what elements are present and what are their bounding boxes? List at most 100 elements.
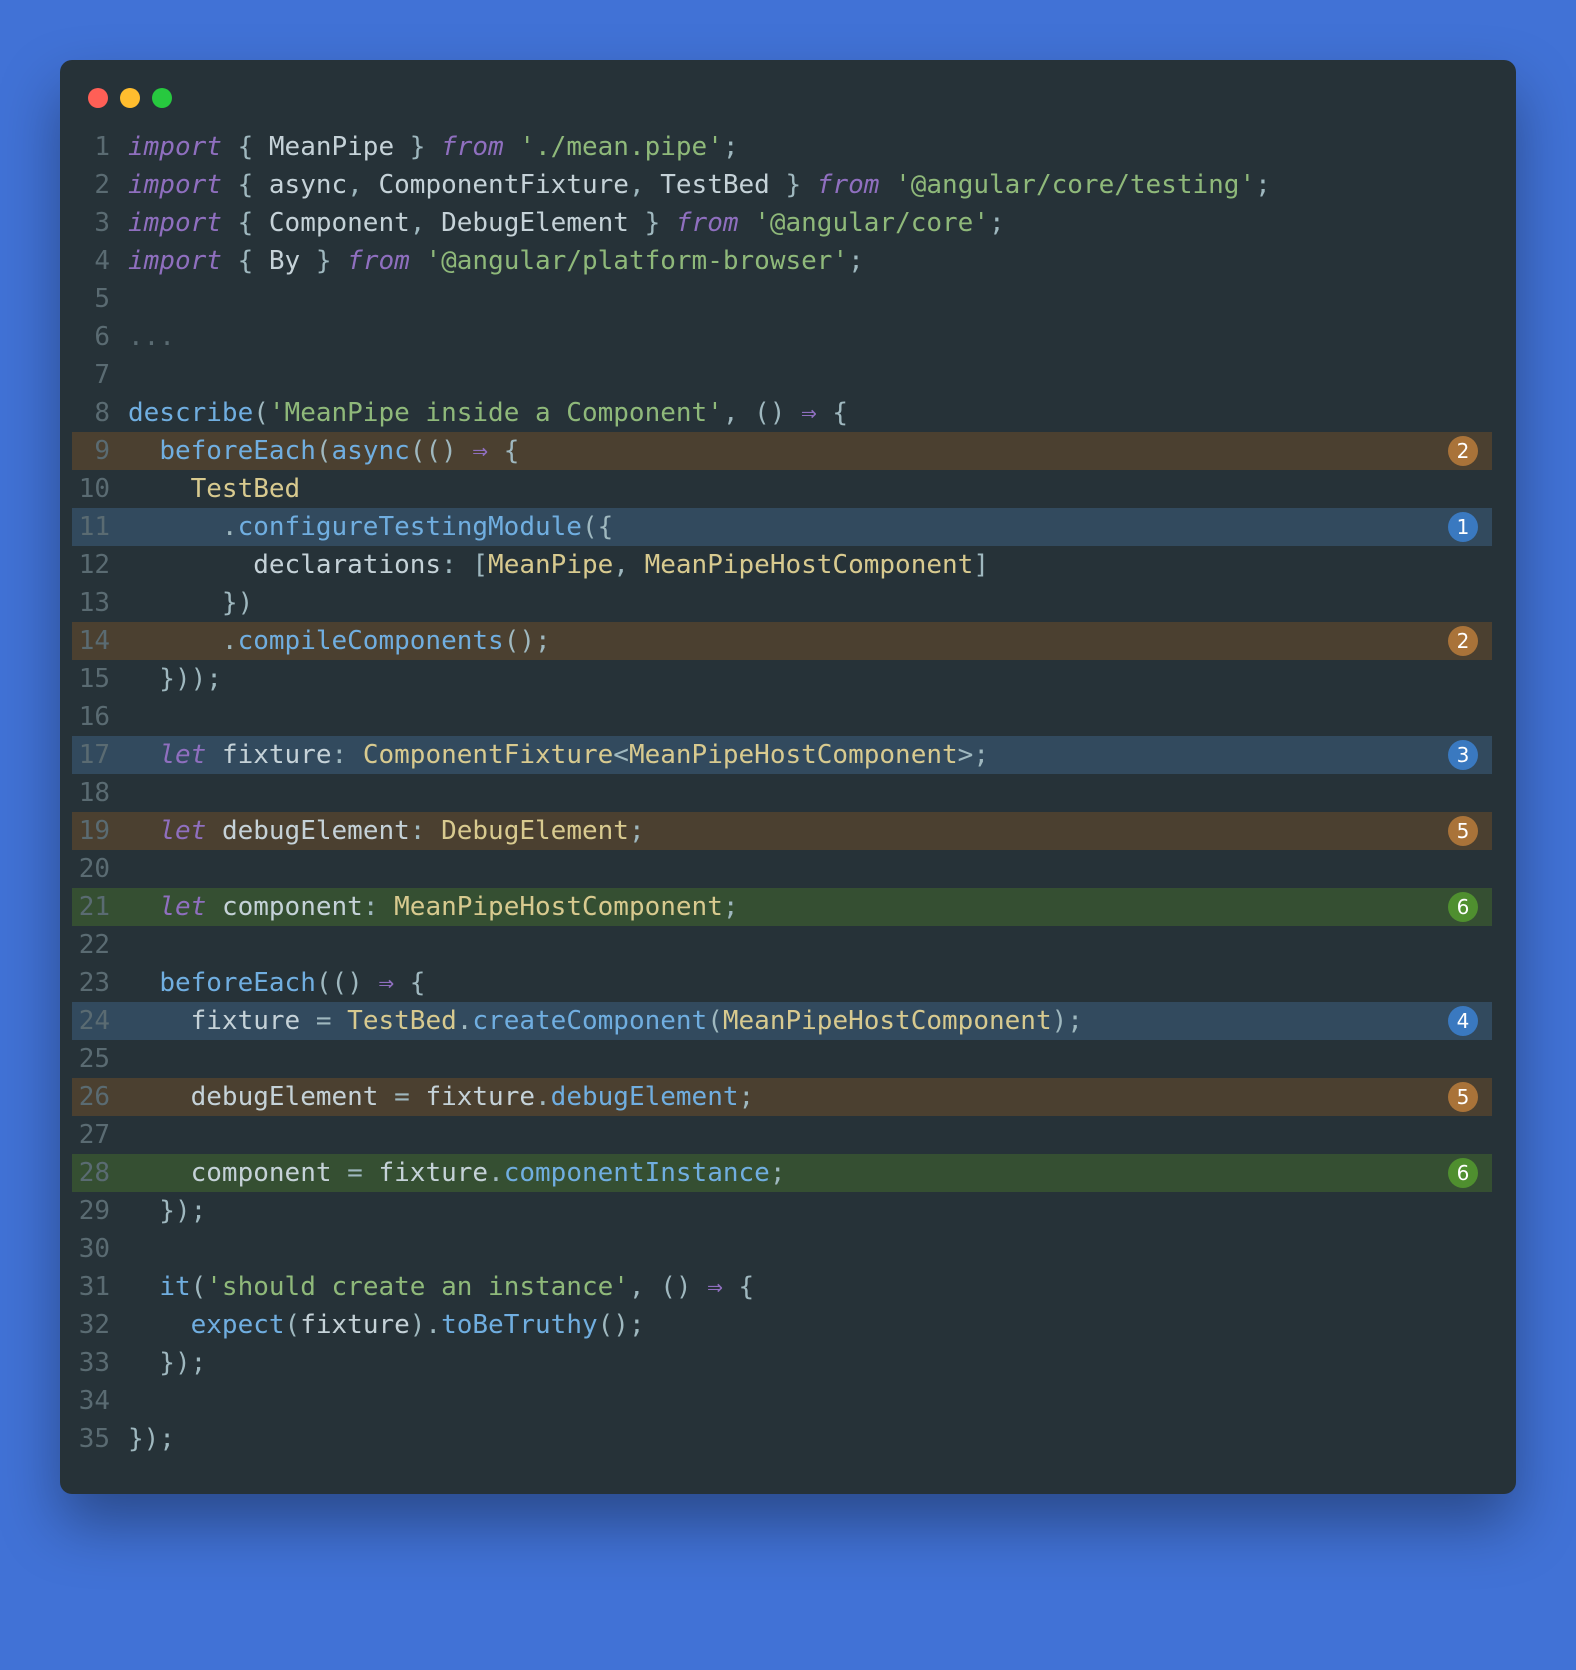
token-vr: ComponentFixture — [378, 170, 628, 200]
token-vr: DebugElement — [441, 208, 629, 238]
code-line[interactable]: 13 }) — [72, 584, 1492, 622]
code-line[interactable]: 8describe('MeanPipe inside a Component',… — [72, 394, 1492, 432]
token-pn — [128, 1310, 191, 1340]
token-pn: = — [300, 1006, 347, 1036]
code-line[interactable]: 4import { By } from '@angular/platform-b… — [72, 242, 1492, 280]
code-line[interactable]: 27 — [72, 1116, 1492, 1154]
code-line[interactable]: 32 expect(fixture).toBeTruthy(); — [72, 1306, 1492, 1344]
code-content[interactable]: TestBed — [128, 470, 1492, 508]
code-line[interactable]: 11 .configureTestingModule({1 — [72, 508, 1492, 546]
code-content[interactable]: import { MeanPipe } from './mean.pipe'; — [128, 128, 1492, 166]
code-line[interactable]: 17 let fixture: ComponentFixture<MeanPip… — [72, 736, 1492, 774]
code-line[interactable]: 24 fixture = TestBed.createComponent(Mea… — [72, 1002, 1492, 1040]
line-number: 4 — [72, 242, 128, 280]
code-line[interactable]: 10 TestBed — [72, 470, 1492, 508]
code-content[interactable] — [128, 1230, 1492, 1268]
code-line[interactable]: 1import { MeanPipe } from './mean.pipe'; — [72, 128, 1492, 166]
code-content[interactable]: .compileComponents(); — [128, 622, 1492, 660]
code-line[interactable]: 25 — [72, 1040, 1492, 1078]
token-ty: MeanPipe — [488, 550, 613, 580]
code-content[interactable] — [128, 1040, 1492, 1078]
maximize-icon[interactable] — [152, 88, 172, 108]
code-content[interactable] — [128, 356, 1492, 394]
code-line[interactable]: 21 let component: MeanPipeHostComponent;… — [72, 888, 1492, 926]
code-line[interactable]: 19 let debugElement: DebugElement;5 — [72, 812, 1492, 850]
code-line[interactable]: 16 — [72, 698, 1492, 736]
code-content[interactable]: fixture = TestBed.createComponent(MeanPi… — [128, 1002, 1492, 1040]
code-line[interactable]: 15 })); — [72, 660, 1492, 698]
code-line[interactable]: 35}); — [72, 1420, 1492, 1458]
minimize-icon[interactable] — [120, 88, 140, 108]
token-pn: ; — [1255, 170, 1271, 200]
code-line[interactable]: 5 — [72, 280, 1492, 318]
code-line[interactable]: 12 declarations: [MeanPipe, MeanPipeHost… — [72, 546, 1492, 584]
code-content[interactable]: it('should create an instance', () ⇒ { — [128, 1268, 1492, 1306]
code-line[interactable]: 22 — [72, 926, 1492, 964]
code-content[interactable]: import { Component, DebugElement } from … — [128, 204, 1492, 242]
code-line[interactable]: 34 — [72, 1382, 1492, 1420]
code-content[interactable]: component = fixture.componentInstance; — [128, 1154, 1492, 1192]
token-kw: let — [159, 816, 206, 846]
token-pn: : — [410, 816, 441, 846]
code-line[interactable]: 31 it('should create an instance', () ⇒ … — [72, 1268, 1492, 1306]
code-content[interactable]: import { By } from '@angular/platform-br… — [128, 242, 1492, 280]
code-line[interactable]: 3import { Component, DebugElement } from… — [72, 204, 1492, 242]
code-content[interactable]: ... — [128, 318, 1492, 356]
token-pn: : [ — [441, 550, 488, 580]
token-pn: (() — [316, 968, 379, 998]
token-vr: fixture — [191, 1006, 301, 1036]
code-line[interactable]: 26 debugElement = fixture.debugElement;5 — [72, 1078, 1492, 1116]
code-line[interactable]: 23 beforeEach(() ⇒ { — [72, 964, 1492, 1002]
code-content[interactable]: let component: MeanPipeHostComponent; — [128, 888, 1492, 926]
code-line[interactable]: 28 component = fixture.componentInstance… — [72, 1154, 1492, 1192]
token-pn: ({ — [582, 512, 613, 542]
code-content[interactable]: beforeEach(async(() ⇒ { — [128, 432, 1492, 470]
code-content[interactable]: debugElement = fixture.debugElement; — [128, 1078, 1492, 1116]
code-content[interactable] — [128, 850, 1492, 888]
code-content[interactable]: describe('MeanPipe inside a Component', … — [128, 394, 1492, 432]
code-content[interactable]: let fixture: ComponentFixture<MeanPipeHo… — [128, 736, 1492, 774]
code-line[interactable]: 6... — [72, 318, 1492, 356]
token-kw: ⇒ — [707, 1272, 723, 1302]
code-editor[interactable]: 1import { MeanPipe } from './mean.pipe';… — [60, 116, 1516, 1494]
token-pn: : — [363, 892, 394, 922]
line-number: 2 — [72, 166, 128, 204]
code-line[interactable]: 14 .compileComponents();2 — [72, 622, 1492, 660]
code-content[interactable]: .configureTestingModule({ — [128, 508, 1492, 546]
token-kw: ⇒ — [801, 398, 817, 428]
code-content[interactable]: beforeEach(() ⇒ { — [128, 964, 1492, 1002]
code-line[interactable]: 7 — [72, 356, 1492, 394]
code-content[interactable]: }); — [128, 1344, 1492, 1382]
token-prop: declarations — [253, 550, 441, 580]
code-content[interactable] — [128, 926, 1492, 964]
close-icon[interactable] — [88, 88, 108, 108]
code-line[interactable]: 33 }); — [72, 1344, 1492, 1382]
token-pn — [128, 1082, 191, 1112]
line-number: 35 — [72, 1420, 128, 1458]
token-ty: DebugElement — [441, 816, 629, 846]
token-fn: async — [332, 436, 410, 466]
code-line[interactable]: 29 }); — [72, 1192, 1492, 1230]
token-pn: ( — [316, 436, 332, 466]
code-line[interactable]: 9 beforeEach(async(() ⇒ {2 — [72, 432, 1492, 470]
code-content[interactable]: }) — [128, 584, 1492, 622]
code-content[interactable] — [128, 774, 1492, 812]
code-content[interactable] — [128, 1116, 1492, 1154]
code-content[interactable]: })); — [128, 660, 1492, 698]
code-content[interactable]: import { async, ComponentFixture, TestBe… — [128, 166, 1492, 204]
code-line[interactable]: 2import { async, ComponentFixture, TestB… — [72, 166, 1492, 204]
code-content[interactable] — [128, 280, 1492, 318]
token-pn: } — [300, 246, 347, 276]
code-content[interactable] — [128, 698, 1492, 736]
token-pn: } — [394, 132, 441, 162]
code-line[interactable]: 18 — [72, 774, 1492, 812]
code-content[interactable]: let debugElement: DebugElement; — [128, 812, 1492, 850]
code-content[interactable]: declarations: [MeanPipe, MeanPipeHostCom… — [128, 546, 1492, 584]
code-content[interactable] — [128, 1382, 1492, 1420]
code-content[interactable]: }); — [128, 1192, 1492, 1230]
code-content[interactable]: }); — [128, 1420, 1492, 1458]
code-content[interactable]: expect(fixture).toBeTruthy(); — [128, 1306, 1492, 1344]
code-line[interactable]: 30 — [72, 1230, 1492, 1268]
code-line[interactable]: 20 — [72, 850, 1492, 888]
token-kw: ⇒ — [472, 436, 488, 466]
